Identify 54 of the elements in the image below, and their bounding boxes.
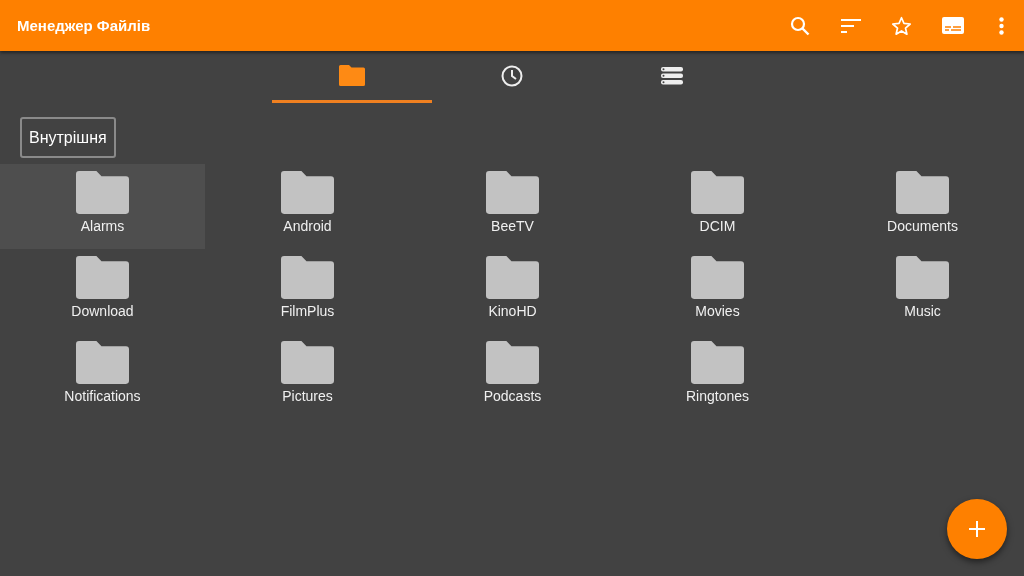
folder-icon: [896, 171, 949, 214]
folder-name: BeeTV: [491, 218, 534, 234]
plus-icon: [969, 521, 985, 537]
folder-icon: [339, 65, 365, 86]
folder-icon: [281, 256, 334, 299]
folder-icon: [76, 341, 129, 384]
folder-icon: [486, 171, 539, 214]
folder-icon: [486, 341, 539, 384]
search-icon: [789, 15, 810, 36]
folder-item[interactable]: DCIM: [615, 164, 820, 249]
folder-icon: [76, 171, 129, 214]
folder-item[interactable]: Download: [0, 249, 205, 334]
folder-item[interactable]: Ringtones: [615, 334, 820, 419]
storage-icon: [661, 66, 683, 85]
folder-name: DCIM: [699, 218, 736, 234]
folder-icon: [691, 171, 744, 214]
folder-name: Download: [71, 303, 134, 319]
app-title: Менеджер Файлів: [17, 17, 152, 34]
folder-name: Movies: [695, 303, 740, 319]
folder-item[interactable]: Alarms: [0, 164, 205, 249]
folder-name: Notifications: [64, 388, 141, 404]
clock-icon: [501, 64, 523, 87]
folder-icon: [76, 256, 129, 299]
folder-item[interactable]: BeeTV: [410, 164, 615, 249]
folder-icon: [281, 341, 334, 384]
folder-icon: [486, 256, 539, 299]
folder-icon: [281, 171, 334, 214]
folder-item[interactable]: Movies: [615, 249, 820, 334]
folder-name: Documents: [887, 218, 958, 234]
folder-item[interactable]: KinoHD: [410, 249, 615, 334]
folder-item[interactable]: Music: [820, 249, 1024, 334]
keyboard-icon: [941, 17, 964, 34]
folder-name: Podcasts: [483, 388, 542, 404]
folder-item[interactable]: Android: [205, 164, 410, 249]
folder-name: FilmPlus: [280, 303, 335, 319]
folder-name: Android: [283, 218, 332, 234]
add-button[interactable]: [947, 499, 1007, 559]
folder-name: Pictures: [282, 388, 333, 404]
folder-name: KinoHD: [488, 303, 537, 319]
folder-name: Alarms: [80, 218, 125, 234]
folder-icon: [691, 341, 744, 384]
folder-item[interactable]: Notifications: [0, 334, 205, 419]
folder-item[interactable]: Pictures: [205, 334, 410, 419]
folder-item[interactable]: FilmPlus: [205, 249, 410, 334]
folder-name: Music: [904, 303, 941, 319]
folder-icon: [896, 256, 949, 299]
breadcrumb-button[interactable]: Внутрішня: [20, 117, 116, 158]
folder-item[interactable]: Podcasts: [410, 334, 615, 419]
folder-name: Ringtones: [685, 388, 749, 404]
star-icon: [891, 15, 912, 36]
folder-icon: [691, 256, 744, 299]
folder-item[interactable]: Documents: [820, 164, 1024, 249]
sort-icon: [840, 18, 861, 33]
more-icon: [998, 16, 1004, 35]
